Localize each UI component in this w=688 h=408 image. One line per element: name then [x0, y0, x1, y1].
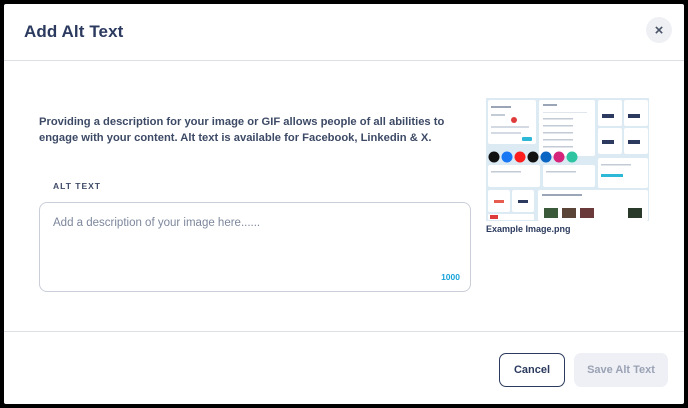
preview-caption: Example Image.png	[486, 224, 571, 234]
dialog-footer: Cancel Save Alt Text	[4, 331, 684, 404]
alt-text-input[interactable]	[53, 217, 453, 267]
dialog-header: Add Alt Text ×	[4, 4, 684, 61]
example-image-preview	[486, 98, 649, 221]
add-alt-text-dialog: Add Alt Text × Providing a description f…	[4, 4, 684, 404]
cancel-button[interactable]: Cancel	[499, 353, 565, 387]
dashboard-thumbnail	[486, 98, 649, 221]
close-button[interactable]: ×	[646, 17, 672, 43]
dialog-title: Add Alt Text	[24, 22, 124, 41]
close-icon: ×	[654, 21, 664, 39]
alt-text-field-wrapper: 1000	[39, 202, 471, 292]
alt-text-label: ALT TEXT	[53, 181, 101, 191]
dialog-description: Providing a description for your image o…	[39, 116, 445, 144]
character-counter: 1000	[441, 272, 460, 282]
save-alt-text-button[interactable]: Save Alt Text	[574, 353, 668, 387]
